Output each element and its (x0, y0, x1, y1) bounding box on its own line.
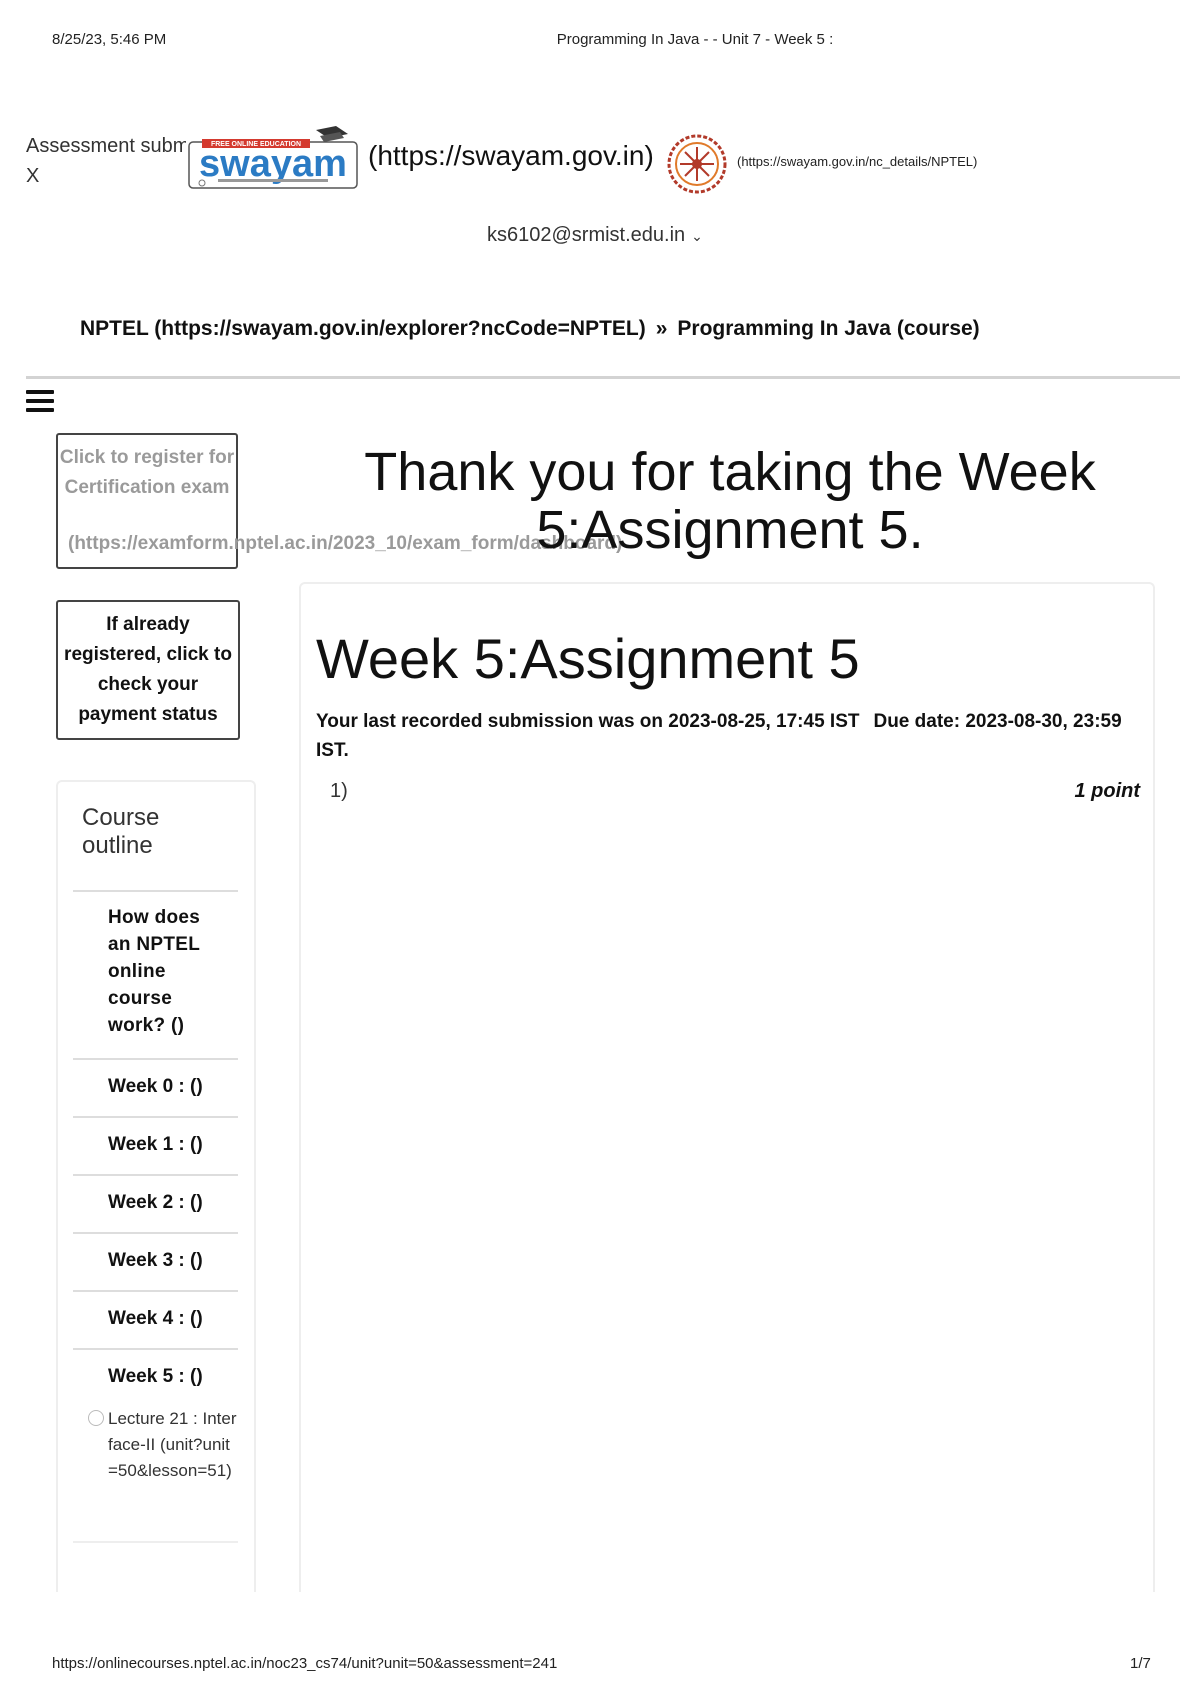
last-submission: Your last recorded submission was on 202… (316, 711, 860, 732)
swayam-logo-icon: FREE ONLINE EDUCATION swayam (188, 126, 358, 189)
outline-item-week-4[interactable]: Week 4 : () (73, 1290, 238, 1349)
breadcrumb-separator: » (655, 317, 668, 340)
hamburger-menu-icon[interactable] (26, 390, 54, 414)
user-email: ks6102@srmist.edu.in (487, 224, 686, 246)
print-footer-url: https://onlinecourses.nptel.ac.in/noc23_… (52, 1655, 558, 1672)
swayam-logo[interactable]: FREE ONLINE EDUCATION swayam (188, 124, 358, 190)
outline-item-label: Week 3 : () (108, 1250, 203, 1271)
breadcrumb: NPTEL (https://swayam.gov.in/explorer?nc… (80, 317, 980, 341)
assessment-toast: Assessment submitted. X (26, 131, 186, 191)
assignment-title: Week 5:Assignment 5 (316, 627, 860, 690)
course-outline-title: Course outline (82, 804, 160, 859)
lesson-status-icon (88, 1410, 104, 1426)
outline-divider (73, 1541, 238, 1543)
question-number: 1) (330, 780, 348, 802)
outline-item-week-5[interactable]: Week 5 : () (73, 1348, 238, 1407)
outline-item-label: Week 5 : () (108, 1366, 203, 1387)
payment-status-button[interactable]: If already registered, click to check yo… (56, 600, 240, 740)
lesson-label: Lecture 21 : Interface-II (unit?unit=50&… (108, 1409, 237, 1480)
user-menu[interactable]: ks6102@srmist.edu.in ⌄ (487, 224, 703, 247)
nptel-logo[interactable] (666, 133, 728, 195)
lesson-link[interactable]: Lecture 21 : Interface-II (unit?unit=50&… (88, 1406, 238, 1484)
outline-item-label: Week 0 : () (108, 1076, 203, 1097)
outline-item-label: Week 2 : () (108, 1192, 203, 1213)
swayam-wordmark: swayam (199, 143, 347, 185)
outline-item-week-2[interactable]: Week 2 : () (73, 1174, 238, 1233)
payment-status-label: If already registered, click to check yo… (64, 614, 232, 725)
chevron-down-icon: ⌄ (691, 228, 703, 244)
outline-item-week-3[interactable]: Week 3 : () (73, 1232, 238, 1291)
outline-item-label: Week 4 : () (108, 1308, 203, 1329)
thank-you-heading: Thank you for taking the Week 5:Assignme… (364, 442, 1096, 560)
outline-item-label: How does an NPTEL online course work? () (108, 907, 201, 1036)
print-page-number: 1/7 (1130, 1655, 1151, 1672)
swayam-link[interactable]: (https://swayam.gov.in) (368, 140, 654, 172)
question-points: 1 point (1074, 780, 1140, 802)
submission-info: Your last recorded submission was on 202… (316, 707, 1146, 765)
nptel-link[interactable]: (https://swayam.gov.in/nc_details/NPTEL) (737, 154, 977, 169)
toast-close-button[interactable]: X (26, 165, 39, 187)
print-title: Programming In Java - - Unit 7 - Week 5 … (556, 31, 834, 48)
outline-item-label: Week 1 : () (108, 1134, 203, 1155)
breadcrumb-nptel[interactable]: NPTEL (https://swayam.gov.in/explorer?nc… (80, 317, 646, 340)
outline-item-week-0[interactable]: Week 0 : () (73, 1058, 238, 1118)
nptel-logo-icon (667, 134, 727, 194)
outline-item-week-1[interactable]: Week 1 : () (73, 1116, 238, 1175)
register-certification-label: Click to register for Certification exam (59, 447, 235, 498)
breadcrumb-course[interactable]: Programming In Java (course) (677, 317, 979, 340)
header-divider (26, 376, 1180, 379)
outline-item-how-it-works[interactable]: How does an NPTEL online course work? () (73, 890, 238, 1059)
toast-text: Assessment submitted. (26, 135, 186, 157)
